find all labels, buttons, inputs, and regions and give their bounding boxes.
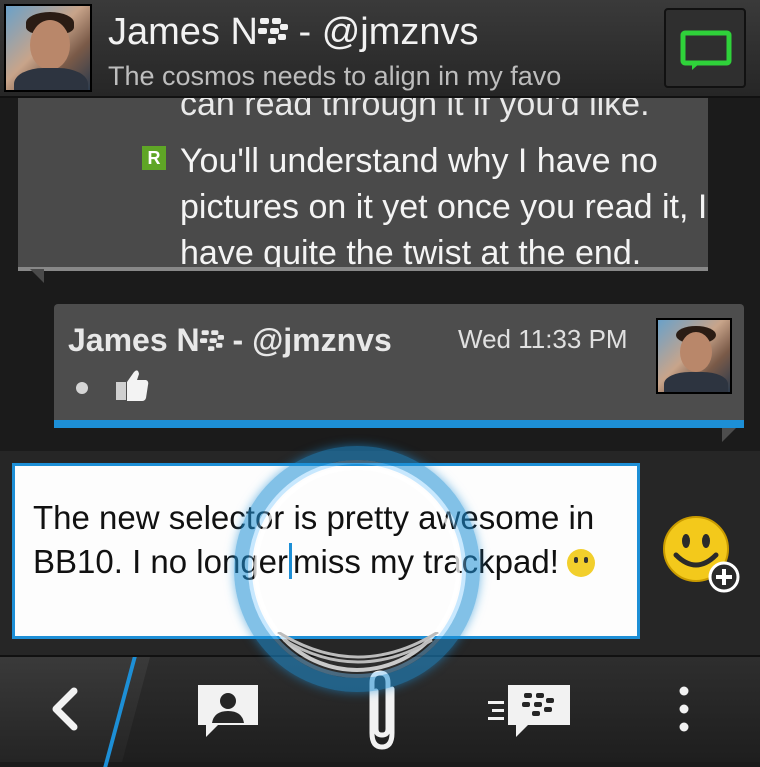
outgoing-message-bubble: James N - @jmznvs Wed 11:33 PM: [54, 304, 744, 442]
bbm-icon: [257, 18, 288, 44]
smiley-add-icon[interactable]: [660, 513, 744, 597]
thumbs-up-icon: [116, 370, 149, 401]
sender-avatar[interactable]: [656, 318, 732, 394]
magnifier-grip-icon: [277, 632, 439, 664]
contact-status: The cosmos needs to align in my favo: [108, 61, 562, 91]
contact-card-icon[interactable]: [196, 683, 260, 739]
incoming-message-bubble: can read through it if you'd like. R You…: [18, 96, 708, 283]
video-chat-button[interactable]: [664, 8, 746, 88]
bbm-chats-icon[interactable]: [486, 683, 574, 739]
smiley-emoticon-icon: [566, 549, 595, 577]
video-chat-icon: [680, 30, 732, 70]
overflow-menu-icon[interactable]: [674, 685, 694, 735]
contact-name: James N: [108, 11, 258, 53]
sender-handle: - @jmznvs: [232, 322, 392, 358]
bbm-icon: [199, 330, 224, 351]
contact-title: James N - @jmznvs: [108, 10, 479, 54]
bubble-divider: [18, 267, 708, 271]
read-receipt-icon: R: [142, 146, 166, 170]
message-text-clipped: can read through it if you'd like.: [180, 96, 650, 123]
contact-handle: - @jmznvs: [298, 11, 479, 53]
status-dot-icon: [76, 382, 88, 394]
back-icon: [52, 687, 78, 731]
message-timestamp: Wed 11:33 PM: [458, 324, 628, 354]
message-sender: James N - @jmznvs: [68, 322, 392, 359]
unread-indicator-bar: [54, 420, 744, 428]
sender-name: James N: [68, 322, 200, 358]
conversation-area[interactable]: can read through it if you'd like. R You…: [0, 96, 760, 451]
message-text: You'll understand why I have no pictures…: [180, 142, 708, 272]
contact-avatar[interactable]: [4, 4, 92, 92]
chat-header: James N - @jmznvs The cosmos needs to al…: [0, 0, 760, 98]
text-selector-magnifier[interactable]: [234, 446, 480, 692]
